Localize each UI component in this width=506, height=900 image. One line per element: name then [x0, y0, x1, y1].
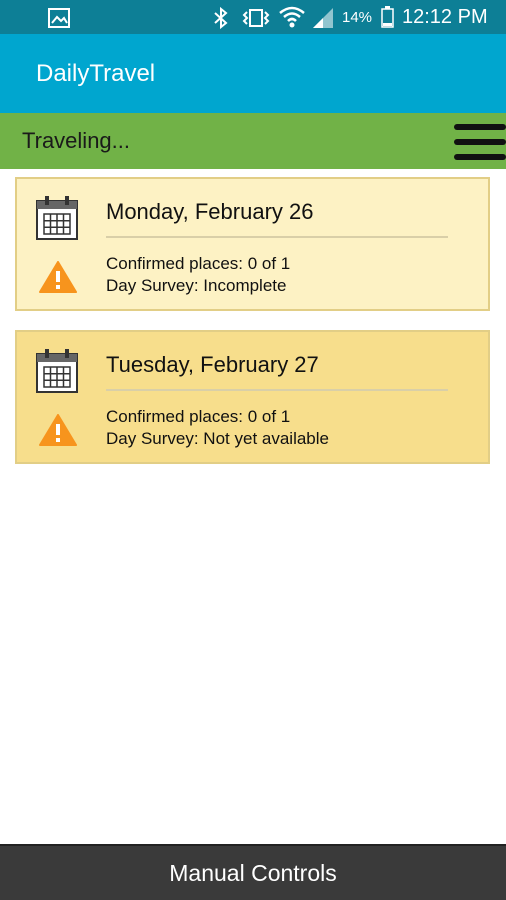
- status-bar: 14% 12:12 PM: [0, 0, 506, 34]
- warning-icon: [39, 261, 77, 293]
- divider: [106, 236, 448, 238]
- calendar-icon: [36, 349, 78, 393]
- divider: [106, 389, 448, 391]
- day-survey-status: Day Survey: Incomplete: [106, 276, 287, 295]
- hamburger-menu-icon[interactable]: [454, 124, 506, 160]
- traveling-status-text: Traveling...: [22, 128, 131, 153]
- app-title: DailyTravel: [36, 60, 156, 87]
- calendar-icon: [36, 196, 78, 240]
- manual-controls-button[interactable]: Manual Controls: [0, 844, 506, 900]
- wifi-icon: [279, 6, 305, 28]
- day-date: Tuesday, February 27: [106, 352, 319, 377]
- day-date: Monday, February 26: [106, 199, 314, 224]
- day-card-tuesday[interactable]: Tuesday, February 27 Confirmed places: 0…: [15, 330, 490, 464]
- day-card-monday[interactable]: Monday, February 26 Confirmed places: 0 …: [15, 177, 490, 311]
- confirmed-places-text: Confirmed places: 0 of 1: [106, 407, 291, 426]
- vibrate-icon: [242, 9, 270, 27]
- bluetooth-icon: [214, 6, 228, 30]
- confirmed-places-text: Confirmed places: 0 of 1: [106, 254, 291, 273]
- clock: 12:12 PM: [402, 6, 488, 28]
- day-survey-status: Day Survey: Not yet available: [106, 429, 329, 448]
- traveling-status-bar: Traveling...: [0, 113, 506, 169]
- battery-icon: [381, 6, 394, 28]
- gallery-notification-icon: [48, 8, 70, 28]
- battery-percent: 14%: [342, 9, 373, 26]
- warning-icon: [39, 414, 77, 446]
- app-bar: DailyTravel: [0, 34, 506, 113]
- signal-strength-icon: [313, 8, 333, 28]
